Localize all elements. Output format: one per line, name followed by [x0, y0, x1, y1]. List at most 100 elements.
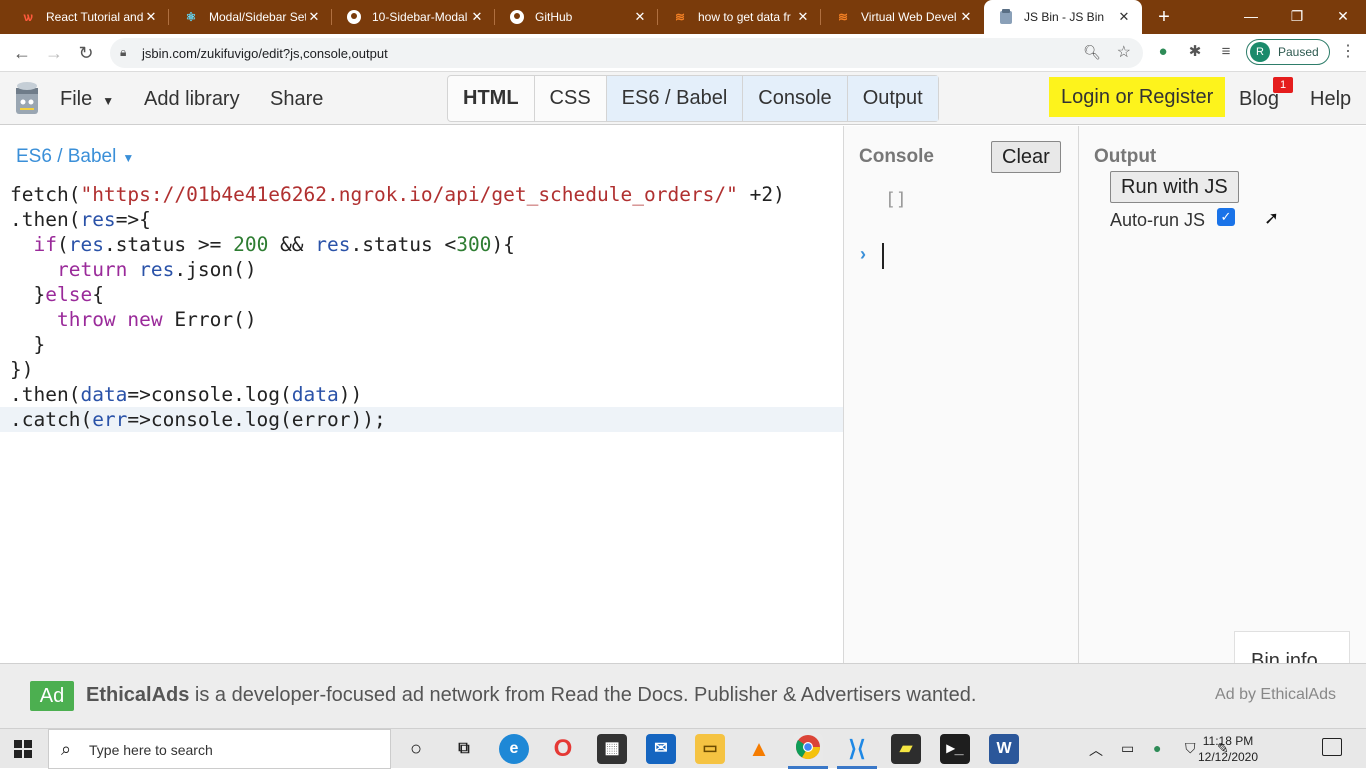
code-line[interactable]: .then(data=>console.log(data)) — [0, 382, 843, 407]
close-tab-icon[interactable]: ✕ — [469, 9, 485, 25]
windows-start-icon[interactable] — [14, 740, 32, 758]
tab-html[interactable]: HTML — [448, 76, 535, 121]
ad-text[interactable]: EthicalAds is a developer-focused ad net… — [86, 684, 976, 707]
close-window-icon[interactable]: ✕ — [1320, 0, 1366, 32]
extension-globe-icon[interactable]: ● — [1152, 41, 1174, 63]
extensions-puzzle-icon[interactable]: ✱ — [1184, 41, 1206, 63]
chevron-down-icon: ▼ — [122, 151, 135, 165]
system-clock[interactable]: 11:18 PM 12/12/2020 — [1196, 733, 1260, 765]
browser-tab[interactable]: ѡ React Tutorial and ✕ — [6, 0, 169, 34]
console-title: Console — [859, 146, 934, 167]
autorun-checkbox[interactable]: ✓ — [1217, 208, 1235, 226]
share-menu[interactable]: Share — [270, 88, 323, 111]
edge-browser-icon[interactable]: e — [499, 734, 529, 764]
tab-console[interactable]: Console — [743, 76, 848, 121]
show-hidden-icons-chevron-icon[interactable]: ︿ — [1089, 740, 1103, 760]
browser-tab[interactable]: ≋ Virtual Web Devel ✕ — [821, 0, 984, 34]
browser-tab[interactable]: 10-Sidebar-Modal ✕ — [332, 0, 495, 34]
js-editor-panel[interactable]: ES6 / Babel ▼ fetch("https://01b4e41e6262… — [0, 126, 843, 663]
output-panel: Output Run with JS Auto-run JS ✓ ➚ Bin i… — [1079, 126, 1366, 663]
code-line[interactable]: .then(res=>{ — [0, 207, 843, 232]
vlc-player-icon[interactable]: ▲ — [744, 734, 774, 764]
github-favicon-icon — [509, 9, 525, 25]
bookmark-star-icon[interactable]: ☆ — [1117, 42, 1131, 62]
browser-tab-strip: ѡ React Tutorial and ✕ ⚛ Modal/Sidebar S… — [0, 0, 1366, 34]
close-tab-icon[interactable]: ✕ — [958, 9, 974, 25]
tab-js[interactable]: ES6 / Babel — [606, 76, 744, 121]
word-icon[interactable]: W — [989, 734, 1019, 764]
clear-console-button[interactable]: Clear — [991, 141, 1061, 173]
jsbin-toolbar: File ▼ Add library Share HTML CSS ES6 / B… — [0, 72, 1366, 125]
console-prompt-chevron-icon: › — [860, 244, 866, 264]
microsoft-store-icon[interactable]: ▦ — [597, 734, 627, 764]
autorun-label: Auto-run JS — [1110, 210, 1206, 230]
open-in-new-window-arrow-icon[interactable]: ➚ — [1264, 208, 1279, 229]
code-line[interactable]: throw new Error() — [0, 307, 843, 332]
run-with-js-button[interactable]: Run with JS — [1110, 171, 1239, 203]
notification-center-icon[interactable] — [1322, 738, 1342, 756]
task-view-icon[interactable]: ⧉ — [449, 734, 479, 764]
chrome-browser-icon[interactable] — [793, 734, 823, 764]
tab-output[interactable]: Output — [847, 76, 938, 121]
console-input-cursor[interactable] — [882, 243, 884, 269]
file-explorer-icon[interactable]: ▭ — [695, 734, 725, 764]
profile-button[interactable]: R Paused — [1246, 39, 1330, 65]
code-line[interactable]: fetch("https://01b4e41e6262.ngrok.io/api… — [0, 182, 843, 207]
restore-window-icon[interactable]: ❐ — [1274, 0, 1320, 32]
tab-css[interactable]: CSS — [535, 76, 607, 121]
battery-icon[interactable]: ▭ — [1121, 740, 1134, 757]
code-editor[interactable]: fetch("https://01b4e41e6262.ngrok.io/api… — [0, 182, 843, 432]
browser-tab[interactable]: ⚛ Modal/Sidebar Set ✕ — [169, 0, 332, 34]
opera-browser-icon[interactable]: O — [548, 734, 578, 764]
jsbin-logo-icon[interactable] — [13, 80, 41, 116]
vscode-icon[interactable]: ⟩⟨ — [842, 734, 872, 764]
bin-info-button[interactable]: Bin info — [1234, 631, 1350, 663]
reload-icon[interactable]: ↻ — [73, 41, 99, 65]
address-bar[interactable]: 🔒︎ jsbin.com/zukifuvigo/edit?js,console,… — [110, 38, 1143, 68]
url-string: "https://01b4e41e6262.ngrok.io/api/get_s… — [80, 183, 738, 206]
js-language-selector[interactable]: ES6 / Babel ▼ — [16, 146, 134, 168]
file-menu[interactable]: File ▼ — [60, 88, 114, 111]
close-tab-icon[interactable]: ✕ — [143, 9, 159, 25]
cortana-circle-icon[interactable]: ○ — [401, 734, 431, 764]
mail-icon[interactable]: ✉ — [646, 734, 676, 764]
console-panel[interactable]: Console Clear [] › — [844, 126, 1078, 663]
code-line-current[interactable]: .catch(err=>console.log(error)); — [0, 407, 843, 432]
search-icon: ⌕ — [61, 739, 72, 759]
ad-banner[interactable]: Ad EthicalAds is a developer-focused ad … — [0, 663, 1366, 728]
browser-tab[interactable]: ≋ how to get data fr ✕ — [658, 0, 821, 34]
zoom-icon[interactable]: 🔍︎ — [1083, 44, 1101, 61]
taskbar-search-box[interactable]: ⌕ Type here to search — [48, 729, 391, 769]
code-line[interactable]: }) — [0, 357, 843, 382]
windows-taskbar: ⌕ Type here to search ○ ⧉ e O ▦ ✉ ▭ ▲ ⟩⟨… — [0, 728, 1366, 769]
command-prompt-icon[interactable]: ▸_ — [940, 734, 970, 764]
reading-list-icon[interactable]: ≡ — [1215, 41, 1237, 63]
code-line[interactable]: }else{ — [0, 282, 843, 307]
browser-menu-icon[interactable]: ⋮ — [1338, 41, 1358, 61]
add-library-menu[interactable]: Add library — [144, 88, 240, 111]
tray-app-icon[interactable]: ● — [1153, 740, 1161, 756]
minimize-window-icon[interactable]: — — [1228, 0, 1274, 32]
help-link[interactable]: Help — [1310, 88, 1351, 111]
login-register-button[interactable]: Login or Register — [1049, 77, 1226, 117]
new-tab-plus-icon[interactable]: + — [1152, 5, 1176, 29]
jsbin-favicon-icon — [998, 9, 1014, 25]
forward-arrow-icon[interactable]: → — [41, 41, 67, 65]
close-tab-icon[interactable]: ✕ — [1116, 9, 1132, 25]
stackoverflow-favicon-icon: ≋ — [674, 10, 686, 24]
close-tab-icon[interactable]: ✕ — [795, 9, 811, 25]
code-line[interactable]: } — [0, 332, 843, 357]
close-tab-icon[interactable]: ✕ — [632, 9, 648, 25]
lock-icon: 🔒︎ — [120, 45, 127, 59]
browser-tab[interactable]: GitHub ✕ — [495, 0, 658, 34]
ad-label: Ad — [30, 681, 74, 711]
code-line[interactable]: return res.json() — [0, 257, 843, 282]
avatar: R — [1250, 42, 1270, 62]
code-line[interactable]: if(res.status >= 200 && res.status <300)… — [0, 232, 843, 257]
browser-tab-active[interactable]: JS Bin - JS Bin ✕ — [984, 0, 1142, 34]
back-arrow-icon[interactable]: ← — [9, 41, 35, 65]
security-shield-icon[interactable]: ⛉ — [1185, 740, 1196, 757]
sticky-notes-icon[interactable]: ▰ — [891, 734, 921, 764]
ad-by-link[interactable]: Ad by EthicalAds — [1215, 686, 1336, 704]
close-tab-icon[interactable]: ✕ — [306, 9, 322, 25]
